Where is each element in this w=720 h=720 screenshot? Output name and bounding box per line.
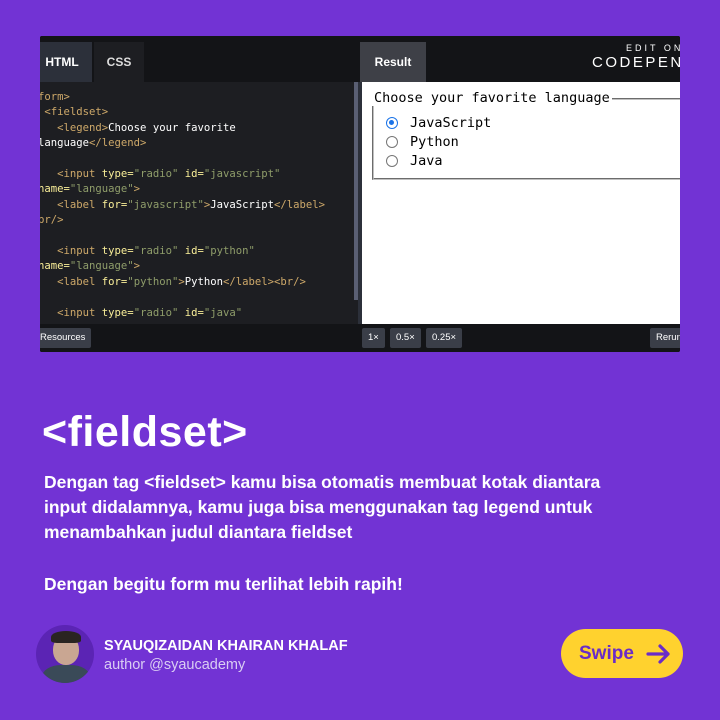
zoom-05x-button[interactable]: 0.5×	[390, 328, 421, 348]
conclusion-paragraph: Dengan begitu form mu terlihat lebih rap…	[44, 574, 403, 594]
avatar	[36, 625, 94, 683]
radio-label: Python	[410, 134, 459, 150]
code-token: Python	[184, 275, 224, 288]
codepen-brand-link[interactable]: EDIT ON CODEPEN	[592, 42, 680, 72]
code-token: id=	[184, 245, 204, 257]
tab-result[interactable]: Result	[360, 42, 426, 82]
arrow-right-icon	[646, 643, 670, 664]
html-code-editor[interactable]: form> <fieldset> <legend>Choose your fav…	[40, 82, 356, 352]
code-token: </label>	[274, 198, 326, 211]
code-token: "python"	[203, 245, 255, 257]
code-token: <input	[57, 245, 102, 257]
radio-option-javascript[interactable]: JavaScript	[386, 114, 491, 132]
code-line: name="language">	[40, 182, 140, 197]
code-token: name=	[40, 183, 70, 196]
code-token: </label><br/>	[223, 275, 306, 288]
code-line: <input type="radio" id="python"	[40, 244, 255, 259]
code-token: "language"	[69, 183, 134, 196]
code-token: name=	[40, 260, 70, 273]
result-pane: Choose your favorite language JavaScript…	[358, 82, 680, 324]
codepen-embed: HTML CSS Result EDIT ON CODEPEN form> <f…	[40, 36, 680, 352]
code-token: <label	[57, 198, 102, 211]
zoom-025x-button[interactable]: 0.25×	[426, 328, 463, 348]
code-token: </legend>	[89, 137, 147, 150]
code-token: JavaScript	[210, 198, 275, 211]
code-token: <label	[57, 275, 102, 288]
swipe-label: Swipe	[579, 642, 634, 664]
author-name: SYAUQIZAIDAN KHAIRAN KHALAF	[104, 638, 348, 654]
codepen-tab-bar: HTML CSS Result EDIT ON CODEPEN	[40, 36, 680, 82]
code-line: <label for="javascript">JavaScript</labe…	[40, 198, 325, 213]
code-token: for=	[101, 275, 128, 288]
code-token: type=	[101, 306, 134, 319]
tab-css[interactable]: CSS	[94, 42, 144, 82]
code-token: "javascript"	[203, 168, 281, 180]
code-line: <legend>Choose your favorite	[40, 121, 236, 136]
description-paragraph: Dengan tag <fieldset> kamu bisa otomatis…	[44, 472, 601, 542]
code-token: "python"	[127, 275, 179, 288]
zoom-1x-button[interactable]: 1×	[362, 328, 385, 348]
code-token: >	[133, 260, 141, 273]
radio-option-python[interactable]: Python	[386, 133, 459, 151]
code-line: name="language">	[40, 259, 140, 274]
code-token: language	[40, 137, 90, 150]
edit-on-label: EDIT ON	[626, 43, 680, 53]
code-token: type=	[101, 245, 134, 257]
code-token: <input	[57, 168, 102, 180]
code-token: "radio"	[133, 168, 179, 180]
fieldset-legend: Choose your favorite language	[372, 90, 612, 106]
radio-button[interactable]	[386, 155, 398, 167]
code-line: language</legend>	[40, 136, 146, 151]
code-token: <input	[57, 306, 102, 319]
code-token: for=	[101, 198, 128, 211]
code-token: "javascript"	[127, 198, 204, 211]
code-line: <input type="radio" id="javascript"	[40, 167, 280, 182]
page-title: <fieldset>	[42, 408, 248, 456]
code-token: <fieldset>	[44, 106, 109, 119]
rerun-button[interactable]: Rerun	[650, 328, 680, 348]
code-token: "radio"	[133, 245, 179, 257]
code-line: br/>	[40, 213, 64, 228]
code-token: id=	[184, 306, 204, 319]
code-token: br/>	[40, 214, 64, 227]
tab-html[interactable]: HTML	[40, 42, 92, 82]
radio-label: Java	[410, 153, 443, 169]
code-token: "language"	[69, 260, 134, 273]
avatar-hair-shape	[51, 631, 81, 643]
swipe-button[interactable]: Swipe	[561, 629, 683, 678]
code-line: <fieldset>	[40, 105, 108, 120]
code-token: "java"	[203, 306, 243, 319]
code-token: form>	[40, 91, 70, 103]
code-token: >	[133, 183, 141, 196]
radio-option-java[interactable]: Java	[386, 152, 443, 170]
code-token: type=	[101, 168, 134, 180]
code-token: "radio"	[133, 306, 179, 319]
code-line: <input type="radio" id="java"	[40, 306, 242, 321]
radio-button[interactable]	[386, 136, 398, 148]
code-token: <legend>	[57, 121, 109, 134]
code-token: Choose your favorite	[108, 121, 236, 134]
resources-button[interactable]: Resources	[40, 328, 92, 348]
code-line: <label for="python">Python</label><br/>	[40, 275, 306, 290]
radio-label: JavaScript	[410, 115, 492, 131]
author-handle: author @syaucademy	[104, 657, 246, 673]
code-token: id=	[184, 168, 204, 180]
avatar-body-shape	[42, 665, 90, 683]
codepen-logo-text: CODEPEN	[592, 54, 680, 71]
radio-button[interactable]	[386, 117, 398, 129]
code-line: form>	[40, 90, 70, 105]
codepen-bottom-bar: Resources 1× 0.5× 0.25× Rerun	[40, 324, 680, 352]
